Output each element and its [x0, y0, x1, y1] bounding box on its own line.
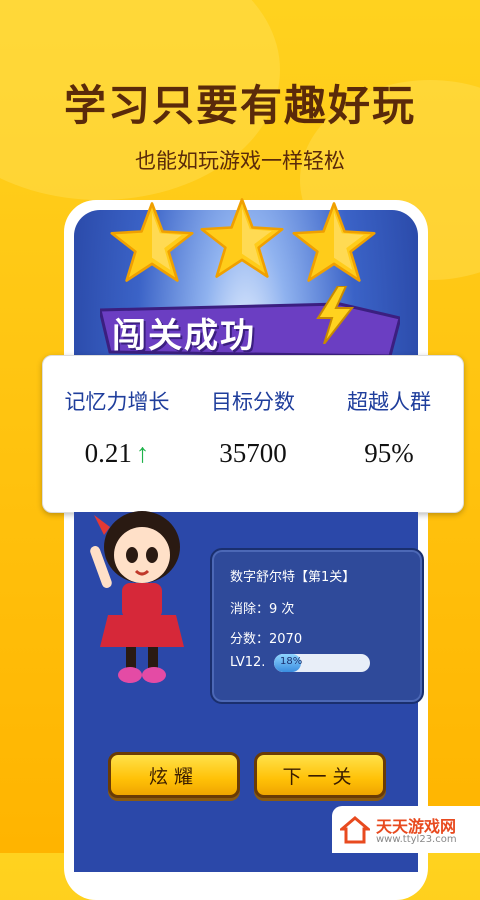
eliminated-count: 消除：9 次 — [230, 602, 295, 617]
star-icon — [200, 198, 284, 278]
show-off-button[interactable]: 炫耀 — [108, 752, 240, 798]
level-progress-bar: 18% — [274, 654, 370, 672]
level-progress-text: 18% — [280, 656, 303, 667]
girl-mascot-icon — [90, 511, 184, 683]
site-watermark: 天天游戏网 www.ttyl23.com — [332, 806, 480, 853]
stat-target-score: 目标分数 35700 — [183, 386, 323, 469]
stat-value: 0.21 — [84, 438, 132, 468]
stat-value: 35700 — [219, 438, 287, 468]
level-title: 数字舒尔特【第1关】 — [230, 570, 356, 585]
star-icon — [110, 202, 194, 282]
stat-percentile: 超越人群 95% — [319, 386, 459, 469]
banner-text: 闯关成功 — [112, 316, 256, 356]
level-clear-banner: 闯关成功 — [100, 286, 400, 362]
watermark-url: www.ttyl23.com — [376, 834, 457, 845]
stat-value: 95% — [364, 438, 414, 468]
headline: 学习只要有趣好玩 — [63, 81, 416, 130]
stat-label: 记忆力增长 — [64, 390, 170, 414]
stats-card: 记忆力增长 0.21 ↑ 目标分数 35700 超越人群 95% — [42, 355, 464, 513]
level-info-panel: 数字舒尔特【第1关】 消除：9 次 分数：2070 LV12. 18% — [210, 548, 424, 704]
house-logo-icon — [340, 816, 370, 844]
level-label: LV12. — [230, 655, 266, 670]
stat-label: 超越人群 — [347, 390, 431, 414]
subheadline: 也能如玩游戏一样轻松 — [135, 149, 345, 173]
next-level-button[interactable]: 下一关 — [254, 752, 386, 798]
arrow-up-icon: ↑ — [135, 438, 150, 468]
score-text: 分数：2070 — [230, 632, 303, 647]
stat-memory: 记忆力增长 0.21 ↑ — [47, 386, 187, 469]
stat-label: 目标分数 — [211, 390, 295, 414]
star-icon — [292, 202, 376, 282]
lightning-icon — [316, 286, 355, 344]
